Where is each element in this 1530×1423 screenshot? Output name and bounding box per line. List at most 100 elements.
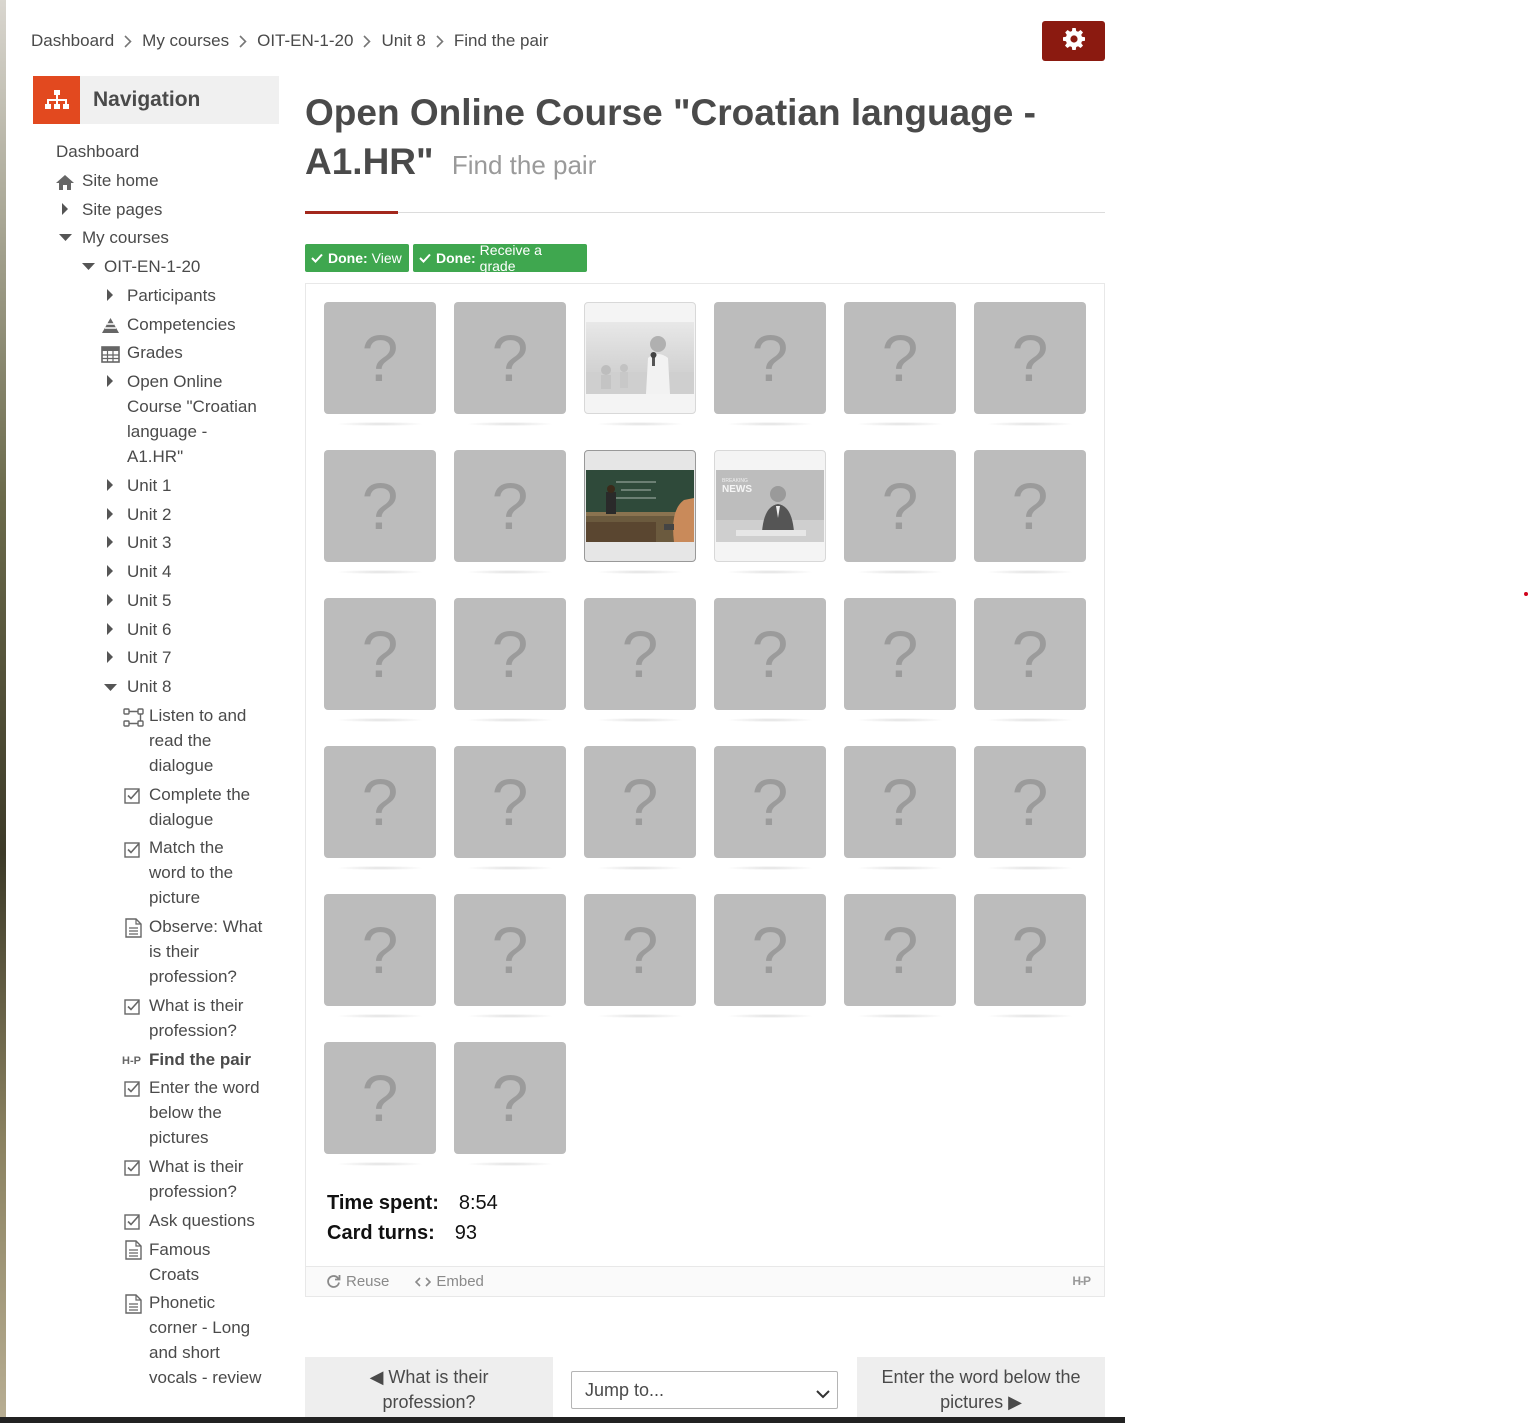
nav-item-label: Participants	[127, 286, 216, 305]
caret-right-icon[interactable]	[105, 650, 115, 664]
nav-item-unit-7[interactable]: Unit 7	[127, 645, 267, 670]
memory-card-hidden[interactable]: ?	[714, 302, 826, 414]
nav-item-listen-dialogue[interactable]: Listen to and read the dialogue	[149, 703, 264, 778]
memory-card-hidden[interactable]: ?	[324, 302, 436, 414]
nav-item-label: Unit 4	[127, 562, 172, 581]
caret-right-icon[interactable]	[105, 564, 115, 578]
nav-item-dashboard[interactable]: Dashboard	[56, 139, 256, 164]
nav-item-enter-word[interactable]: Enter the word below the pictures	[149, 1075, 264, 1150]
caret-right-icon[interactable]	[105, 478, 115, 492]
reuse-button[interactable]: Reuse	[326, 1273, 389, 1290]
memory-card-hidden[interactable]: ?	[324, 746, 436, 858]
memory-card-hidden[interactable]: ?	[844, 598, 956, 710]
memory-card-flipped[interactable]	[584, 450, 696, 562]
memory-card-hidden[interactable]: ?	[844, 894, 956, 1006]
caret-right-icon[interactable]	[105, 622, 115, 636]
memory-card-hidden[interactable]: ?	[974, 450, 1086, 562]
memory-card-flipped[interactable]: BREAKING NEWS	[714, 450, 826, 562]
memory-card-hidden[interactable]: ?	[324, 598, 436, 710]
caret-right-icon[interactable]	[105, 507, 115, 521]
memory-card-hidden[interactable]: ?	[584, 894, 696, 1006]
nav-item-grades[interactable]: Grades	[127, 340, 277, 365]
nav-item-unit-8[interactable]: Unit 8	[127, 674, 267, 699]
memory-card-hidden[interactable]: ?	[324, 450, 436, 562]
nav-item-unit-1[interactable]: Unit 1	[127, 473, 267, 498]
caret-down-icon[interactable]	[57, 233, 73, 242]
nav-item-find-the-pair[interactable]: Find the pair	[149, 1047, 264, 1072]
memory-card-hidden[interactable]: ?	[454, 302, 566, 414]
question-mark-icon: ?	[491, 469, 529, 543]
breadcrumb-current[interactable]: Find the pair	[454, 31, 549, 51]
memory-card-hidden[interactable]: ?	[454, 746, 566, 858]
nav-item-my-courses[interactable]: My courses	[82, 225, 262, 250]
caret-down-icon[interactable]	[80, 262, 96, 271]
memory-card-hidden[interactable]: ?	[324, 1042, 436, 1154]
card-shadow	[468, 1162, 552, 1166]
embed-button[interactable]: Embed	[415, 1273, 484, 1290]
nav-item-course-section[interactable]: Open Online Course "Croatian language - …	[127, 369, 267, 469]
nav-item-what-profession[interactable]: What is their profession?	[149, 993, 264, 1043]
question-mark-icon: ?	[1011, 765, 1049, 839]
memory-card-hidden[interactable]: ?	[714, 598, 826, 710]
breadcrumb-my-courses[interactable]: My courses	[142, 31, 229, 51]
question-mark-icon: ?	[1011, 469, 1049, 543]
memory-card-hidden[interactable]: ?	[974, 598, 1086, 710]
card-shadow	[338, 422, 422, 426]
nav-item-site-pages[interactable]: Site pages	[82, 197, 262, 222]
memory-card-hidden[interactable]: ?	[454, 598, 566, 710]
nav-item-ask-questions[interactable]: Ask questions	[149, 1208, 264, 1233]
nav-item-unit-6[interactable]: Unit 6	[127, 617, 267, 642]
settings-button[interactable]	[1042, 21, 1105, 61]
nav-item-label: Unit 5	[127, 591, 172, 610]
nav-item-competencies[interactable]: Competencies	[127, 312, 277, 337]
card-shadow	[468, 1014, 552, 1018]
caret-right-icon[interactable]	[105, 593, 115, 607]
next-activity-link[interactable]: Enter the word below the pictures ▶	[857, 1357, 1105, 1423]
caret-right-icon[interactable]	[105, 535, 115, 549]
nav-item-unit-2[interactable]: Unit 2	[127, 502, 267, 527]
nav-item-unit-4[interactable]: Unit 4	[127, 559, 267, 584]
memory-card-flipped[interactable]	[584, 302, 696, 414]
page-icon	[124, 1240, 142, 1260]
h5p-logo[interactable]: H-P	[1072, 1274, 1091, 1288]
memory-card-hidden[interactable]: ?	[324, 894, 436, 1006]
caret-down-icon[interactable]	[102, 683, 118, 692]
memory-card-hidden[interactable]: ?	[714, 894, 826, 1006]
caret-right-icon[interactable]	[105, 288, 115, 302]
memory-card-hidden[interactable]: ?	[974, 302, 1086, 414]
nav-item-course[interactable]: OIT-EN-1-20	[104, 254, 264, 279]
memory-card-hidden[interactable]: ?	[974, 894, 1086, 1006]
memory-card-hidden[interactable]: ?	[844, 746, 956, 858]
nav-item-match-word[interactable]: Match the word to the picture	[149, 835, 264, 910]
breadcrumb-unit[interactable]: Unit 8	[381, 31, 425, 51]
nav-item-participants[interactable]: Participants	[127, 283, 277, 308]
card-shadow	[728, 1014, 812, 1018]
nav-item-unit-5[interactable]: Unit 5	[127, 588, 267, 613]
previous-activity-link[interactable]: ◀ What is their profession?	[305, 1357, 553, 1423]
nav-item-unit-3[interactable]: Unit 3	[127, 530, 267, 555]
nav-item-what-profession-2[interactable]: What is their profession?	[149, 1154, 264, 1204]
memory-card-hidden[interactable]: ?	[454, 450, 566, 562]
card-shadow	[988, 866, 1072, 870]
nav-item-site-home[interactable]: Site home	[82, 168, 262, 193]
nav-item-phonetic-corner[interactable]: Phonetic corner - Long and short vocals …	[149, 1290, 264, 1390]
jump-to-select[interactable]: Jump to...	[571, 1371, 838, 1409]
memory-card-hidden[interactable]: ?	[974, 746, 1086, 858]
caret-right-icon[interactable]	[60, 202, 70, 216]
breadcrumb-course[interactable]: OIT-EN-1-20	[257, 31, 353, 51]
memory-card-hidden[interactable]: ?	[584, 746, 696, 858]
breadcrumb-dashboard[interactable]: Dashboard	[31, 31, 114, 51]
memory-card-hidden[interactable]: ?	[584, 598, 696, 710]
nav-item-famous-croats[interactable]: Famous Croats	[149, 1237, 264, 1287]
memory-card-hidden[interactable]: ?	[844, 450, 956, 562]
question-mark-icon: ?	[751, 617, 789, 691]
caret-right-icon[interactable]	[105, 374, 115, 388]
nav-item-observe-profession[interactable]: Observe: What is their profession?	[149, 914, 264, 989]
memory-card-hidden[interactable]: ?	[714, 746, 826, 858]
memory-card-hidden[interactable]: ?	[844, 302, 956, 414]
memory-card-hidden[interactable]: ?	[454, 894, 566, 1006]
nav-item-complete-dialogue[interactable]: Complete the dialogue	[149, 782, 264, 832]
memory-card-hidden[interactable]: ?	[454, 1042, 566, 1154]
code-icon	[415, 1276, 432, 1287]
page-subtitle: Find the pair	[451, 150, 597, 180]
